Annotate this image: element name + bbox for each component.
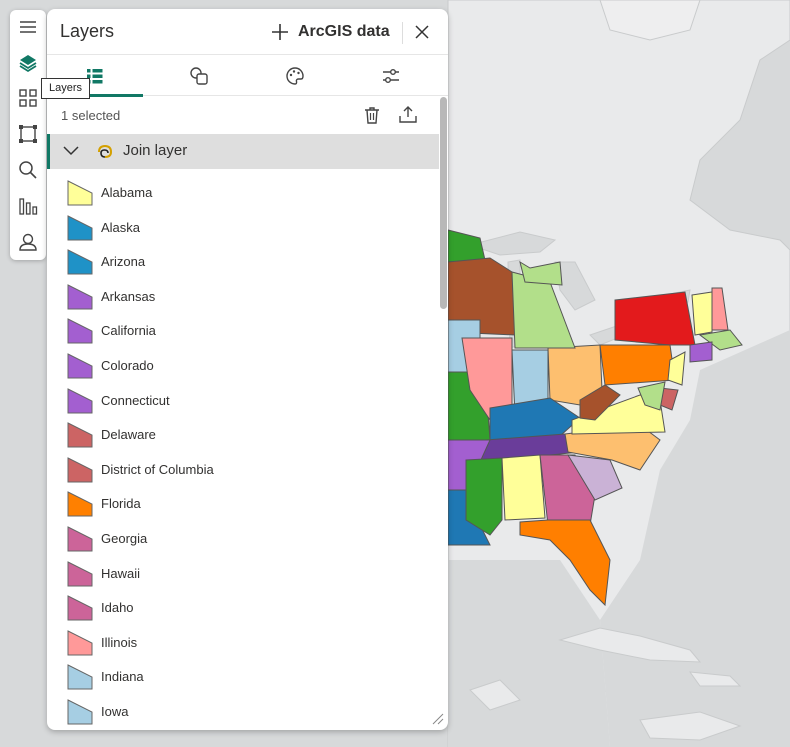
- legend-swatch: [67, 629, 93, 656]
- group-label: Join layer: [123, 142, 188, 159]
- legend-list: Alabama Alaska Arizona Arkansas California Co…: [47, 175, 439, 730]
- legend-swatch: [67, 664, 93, 690]
- join-layer-icon: [98, 144, 113, 158]
- legend-item: Florida: [47, 486, 439, 520]
- legend-label: Illinois: [101, 634, 138, 650]
- close-icon: [415, 25, 429, 39]
- legend-label: Connecticut: [101, 392, 170, 408]
- selected-count: 1 selected: [61, 108, 121, 123]
- legend-label: Alaska: [101, 219, 141, 235]
- legend-item: Idaho: [47, 590, 439, 624]
- legend-swatch: [67, 353, 93, 379]
- search-icon[interactable]: [16, 158, 40, 182]
- legend-label: Hawaii: [101, 565, 141, 581]
- legend-swatch: [67, 387, 93, 414]
- tool-rail: [10, 10, 46, 260]
- legend-item: Arkansas: [47, 279, 439, 313]
- legend-item: District of Columbia: [47, 452, 439, 486]
- legend-item: Illinois: [47, 625, 439, 659]
- tab-shapes[interactable]: [151, 56, 247, 96]
- tab-settings[interactable]: [343, 56, 439, 96]
- legend-swatch: [67, 318, 93, 344]
- add-data-label: ArcGIS data: [298, 23, 390, 40]
- add-arcgis-data-button[interactable]: ArcGIS data: [271, 19, 390, 45]
- legend-swatch: [67, 180, 93, 206]
- legend-label: Alabama: [101, 185, 153, 200]
- legend-item: Connecticut: [47, 383, 439, 417]
- legend-swatch: [67, 214, 93, 241]
- chart-icon[interactable]: [16, 194, 40, 218]
- tab-style[interactable]: [247, 56, 343, 96]
- legend-label: Arizona: [101, 254, 146, 270]
- legend-label: Iowa: [101, 704, 129, 719]
- layers-panel: Layers ArcGIS data 1 selected Join layer…: [47, 9, 448, 730]
- legend-item: Arizona: [47, 244, 439, 278]
- trash-icon: [365, 107, 379, 124]
- legend-icon[interactable]: [16, 86, 40, 110]
- layers-icon[interactable]: [16, 51, 40, 75]
- legend-swatch: [67, 595, 93, 621]
- legend-label: California: [101, 323, 156, 339]
- selection-toolbar: 1 selected: [47, 97, 439, 133]
- legend-label: Florida: [101, 496, 141, 512]
- legend-item: Delaware: [47, 417, 439, 451]
- export-button[interactable]: [396, 103, 420, 127]
- sliders-icon: [383, 69, 399, 83]
- legend-label: Delaware: [101, 427, 156, 443]
- legend-item: California: [47, 313, 439, 347]
- shapes-icon: [190, 67, 208, 85]
- legend-swatch: [67, 422, 93, 448]
- plus-icon: [272, 24, 288, 40]
- join-layer-row[interactable]: Join layer: [47, 134, 439, 169]
- legend-swatch: [67, 249, 93, 275]
- legend-item: Hawaii: [47, 556, 439, 590]
- legend-label: Colorado: [101, 358, 154, 373]
- resize-handle-icon[interactable]: [432, 713, 444, 725]
- legend-swatch: [67, 491, 93, 517]
- layers-tooltip: Layers: [41, 78, 91, 99]
- legend-swatch: [67, 560, 93, 587]
- panel-header: Layers ArcGIS data: [47, 9, 448, 55]
- legend-label: Georgia: [101, 531, 148, 546]
- legend-swatch: [67, 283, 93, 310]
- legend-item: Colorado: [47, 348, 439, 382]
- select-icon[interactable]: [16, 122, 40, 146]
- header-divider: [402, 22, 403, 44]
- legend-swatch: [67, 699, 93, 725]
- scrollbar[interactable]: [439, 97, 448, 730]
- delete-button[interactable]: [360, 103, 384, 127]
- menu-icon[interactable]: [16, 15, 40, 39]
- legend-label: Idaho: [101, 600, 134, 616]
- legend-item: Alabama: [47, 175, 439, 209]
- account-icon[interactable]: [16, 230, 40, 254]
- panel-title: Layers: [60, 21, 115, 41]
- palette-icon: [286, 67, 304, 85]
- legend-item: Georgia: [47, 521, 439, 555]
- chevron-down-icon[interactable]: [62, 143, 80, 159]
- scrollbar-thumb[interactable]: [440, 97, 447, 309]
- share-icon: [399, 106, 417, 123]
- close-button[interactable]: [411, 21, 433, 43]
- legend-swatch: [67, 456, 93, 483]
- legend-label: District of Columbia: [101, 461, 214, 477]
- legend-label: Indiana: [101, 669, 144, 685]
- legend-item: Alaska: [47, 210, 439, 244]
- legend-item: Indiana: [47, 659, 439, 693]
- legend-swatch: [67, 526, 93, 552]
- panel-tabs: [47, 56, 448, 97]
- legend-item: Iowa: [47, 694, 439, 728]
- legend-label: Arkansas: [101, 288, 156, 304]
